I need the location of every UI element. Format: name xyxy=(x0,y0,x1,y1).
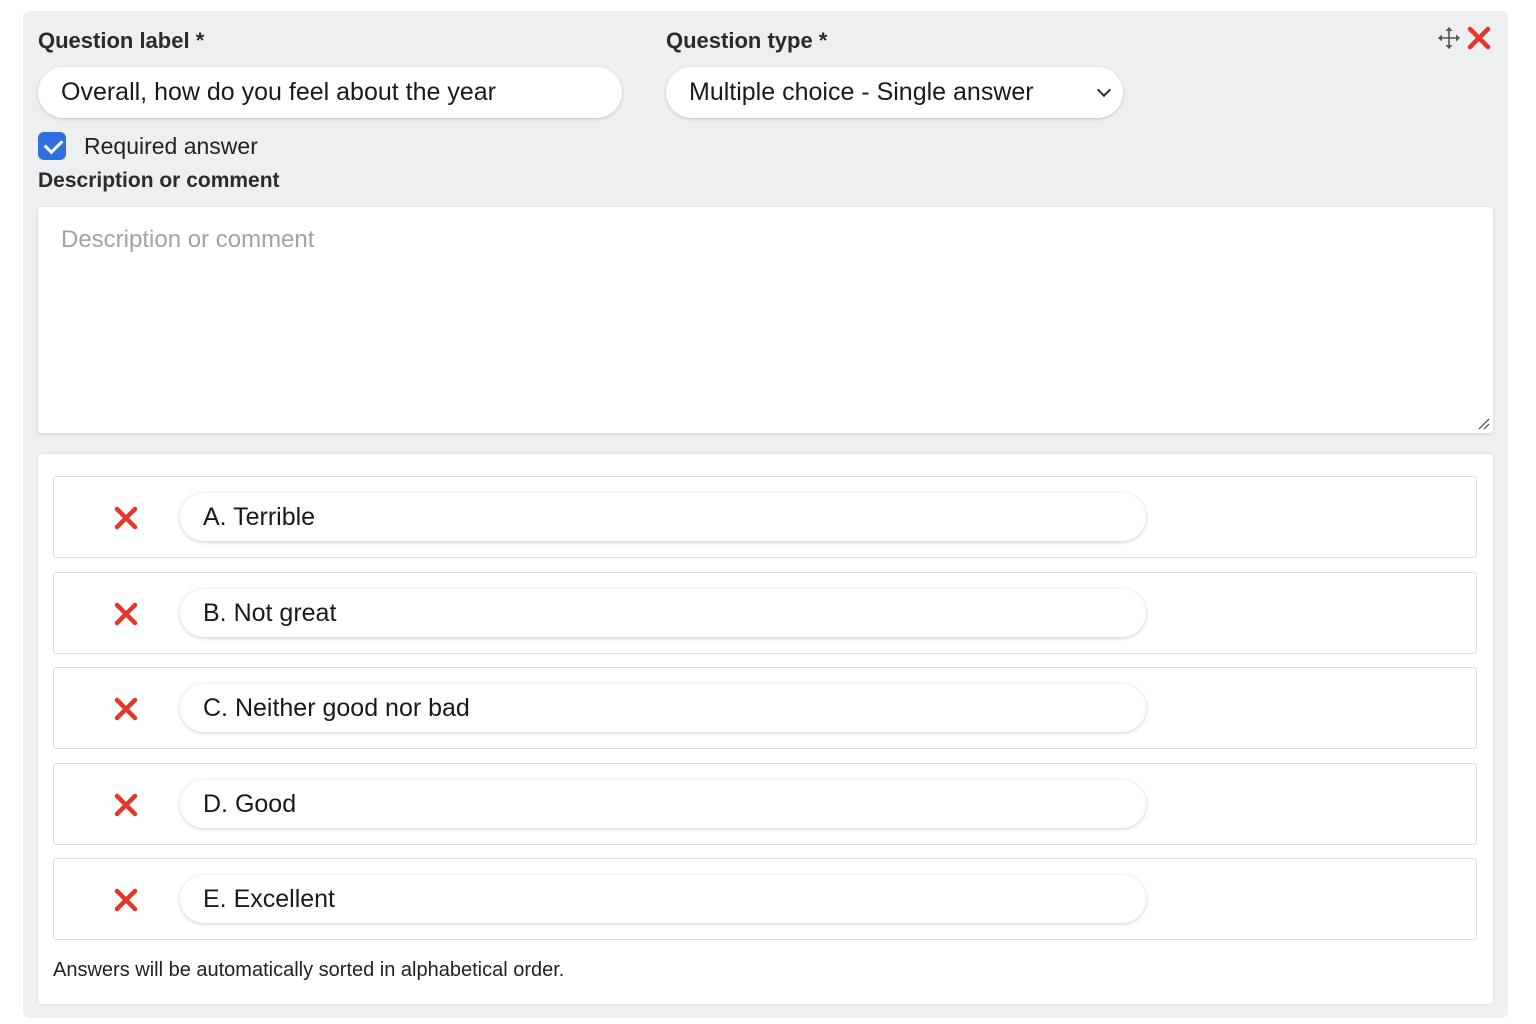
required-answer-label[interactable]: Required answer xyxy=(84,133,258,160)
resize-handle-icon[interactable] xyxy=(1478,418,1490,430)
remove-answer-icon[interactable] xyxy=(113,792,139,818)
check-icon xyxy=(43,134,64,155)
question-type-select[interactable]: Multiple choice - Single answer xyxy=(666,67,1123,118)
remove-answer-icon[interactable] xyxy=(113,601,139,627)
answer-input[interactable]: B. Not great xyxy=(180,589,1146,637)
remove-answer-icon[interactable] xyxy=(113,887,139,913)
answer-input[interactable]: A. Terrible xyxy=(180,493,1146,541)
answer-row: E. Excellent xyxy=(53,858,1477,940)
answer-row: A. Terrible xyxy=(53,476,1477,558)
remove-answer-icon[interactable] xyxy=(113,696,139,722)
remove-answer-icon[interactable] xyxy=(113,505,139,531)
question-type-value: Multiple choice - Single answer xyxy=(689,78,1034,106)
answers-panel: A. Terrible B. Not great C. Neither good… xyxy=(38,454,1493,1004)
description-placeholder: Description or comment xyxy=(61,226,315,253)
question-label-value: Overall, how do you feel about the year xyxy=(61,78,496,106)
description-title: Description or comment xyxy=(38,169,280,192)
answer-input[interactable]: C. Neither good nor bad xyxy=(180,684,1146,732)
close-icon[interactable] xyxy=(1467,26,1491,50)
question-label-input[interactable]: Overall, how do you feel about the year xyxy=(38,67,622,118)
question-label-title: Question label * xyxy=(38,28,205,53)
question-type-title: Question type * xyxy=(666,28,828,53)
description-textarea[interactable]: Description or comment xyxy=(38,207,1493,433)
chevron-down-icon xyxy=(1096,82,1112,97)
answer-input[interactable]: D. Good xyxy=(180,780,1146,828)
sort-footnote: Answers will be automatically sorted in … xyxy=(53,959,565,981)
answer-row: D. Good xyxy=(53,763,1477,845)
question-card: Question label * Overall, how do you fee… xyxy=(23,11,1508,1018)
answer-row: B. Not great xyxy=(53,572,1477,654)
answer-input[interactable]: E. Excellent xyxy=(180,875,1146,923)
required-answer-checkbox[interactable] xyxy=(38,132,66,160)
move-icon[interactable] xyxy=(1437,26,1461,50)
answer-row: C. Neither good nor bad xyxy=(53,667,1477,749)
